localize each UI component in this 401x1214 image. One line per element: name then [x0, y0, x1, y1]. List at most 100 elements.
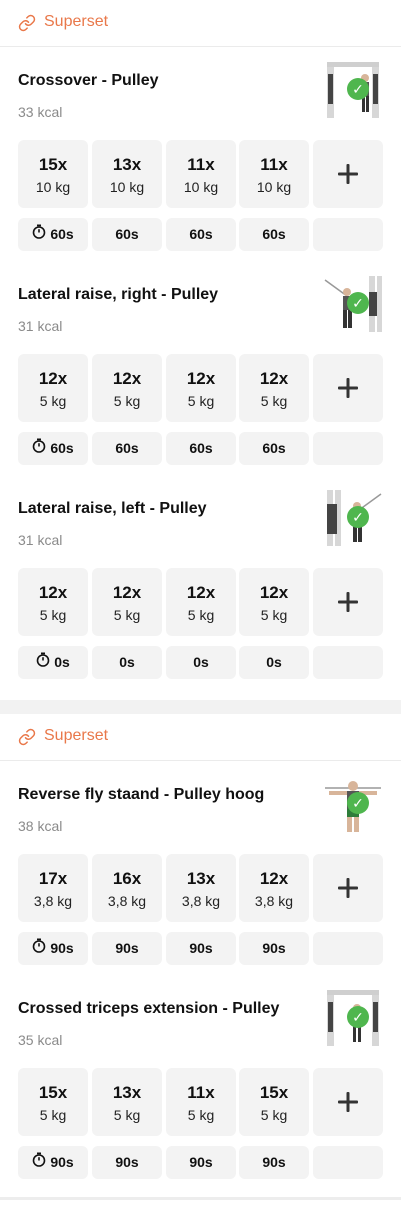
rest-cell[interactable]: 60s: [239, 218, 309, 251]
set-cell[interactable]: 12x 5 kg: [18, 568, 88, 636]
set-weight: 3,8 kg: [254, 893, 294, 909]
plus-icon: [338, 592, 358, 612]
timer-icon: [32, 218, 46, 251]
set-cell[interactable]: 15x 10 kg: [18, 140, 88, 208]
rest-time: 60s: [50, 226, 74, 242]
set-cell[interactable]: 12x 5 kg: [92, 568, 162, 636]
set-cell[interactable]: 15x 5 kg: [18, 1068, 88, 1136]
exercise-thumbnail[interactable]: ✓: [323, 488, 383, 548]
exercise-title: Lateral raise, left - Pulley: [18, 500, 207, 517]
rest-cell[interactable]: 90s: [18, 932, 88, 965]
exercise-thumbnail[interactable]: ✓: [323, 988, 383, 1048]
rest-cell[interactable]: 90s: [239, 1146, 309, 1179]
set-reps: 15x: [259, 1083, 289, 1102]
exercise-title: Lateral raise, right - Pulley: [18, 286, 219, 303]
set-cell[interactable]: 12x 5 kg: [239, 568, 309, 636]
superset-group-2: Superset Reverse fly staand - Pulley hoo…: [0, 714, 401, 1197]
rest-cell[interactable]: 90s: [166, 932, 236, 965]
set-cell[interactable]: 12x 5 kg: [18, 354, 88, 422]
rest-cell[interactable]: 60s: [18, 218, 88, 251]
set-cell[interactable]: 12x 5 kg: [239, 354, 309, 422]
set-cell[interactable]: 17x 3,8 kg: [18, 854, 88, 922]
rest-time: 0s: [119, 654, 135, 670]
plus-icon: [338, 878, 358, 898]
set-reps: 12x: [38, 583, 68, 602]
set-weight: 3,8 kg: [107, 893, 147, 909]
rest-cell[interactable]: 90s: [92, 932, 162, 965]
rest-cell[interactable]: 90s: [239, 932, 309, 965]
set-reps: 11x: [187, 1083, 215, 1102]
exercise-thumbnail[interactable]: ✓: [323, 774, 383, 834]
exercise-kcal: 31 kcal: [18, 532, 63, 548]
set-cell[interactable]: 11x 5 kg: [166, 1068, 236, 1136]
checkmark-icon: ✓: [347, 78, 369, 100]
set-weight: 5 kg: [39, 393, 67, 409]
rest-time: 60s: [50, 440, 74, 456]
rest-cell[interactable]: 0s: [92, 646, 162, 679]
set-weight: 5 kg: [187, 607, 215, 623]
rest-cell[interactable]: 90s: [92, 1146, 162, 1179]
set-cell[interactable]: 12x 5 kg: [92, 354, 162, 422]
exercise-card[interactable]: Reverse fly staand - Pulley hoog 38 kcal…: [0, 781, 401, 1000]
exercise-card[interactable]: Crossed triceps extension - Pulley 35 kc…: [0, 990, 401, 1214]
set-reps: 15x: [38, 1083, 68, 1102]
add-set-button[interactable]: [313, 854, 383, 922]
set-reps: 12x: [112, 369, 142, 388]
set-cell[interactable]: 12x 3,8 kg: [239, 854, 309, 922]
set-cell[interactable]: 13x 10 kg: [92, 140, 162, 208]
rest-empty-cell: [313, 218, 383, 251]
rest-cell[interactable]: 0s: [18, 646, 88, 679]
set-reps: 12x: [38, 369, 68, 388]
rest-cell[interactable]: 0s: [239, 646, 309, 679]
set-weight: 3,8 kg: [33, 893, 73, 909]
set-reps: 11x: [260, 155, 288, 174]
rest-cell[interactable]: 0s: [166, 646, 236, 679]
rest-cell[interactable]: 60s: [166, 432, 236, 465]
rest-time: 0s: [266, 654, 282, 670]
set-weight: 5 kg: [113, 1107, 141, 1123]
set-cell[interactable]: 15x 5 kg: [239, 1068, 309, 1136]
plus-icon: [338, 1092, 358, 1112]
add-set-button[interactable]: [313, 568, 383, 636]
set-cell[interactable]: 11x 10 kg: [166, 140, 236, 208]
set-cell[interactable]: 11x 10 kg: [239, 140, 309, 208]
set-weight: 10 kg: [35, 179, 71, 195]
rest-cell[interactable]: 60s: [18, 432, 88, 465]
set-reps: 17x: [38, 869, 68, 888]
rest-time: 90s: [189, 1154, 213, 1170]
rest-cell[interactable]: 60s: [239, 432, 309, 465]
set-cell[interactable]: 12x 5 kg: [166, 568, 236, 636]
rest-time: 60s: [262, 226, 286, 242]
set-cell[interactable]: 16x 3,8 kg: [92, 854, 162, 922]
checkmark-icon: ✓: [347, 1006, 369, 1028]
exercise-thumbnail[interactable]: ✓: [323, 60, 383, 120]
set-weight: 5 kg: [187, 1107, 215, 1123]
exercise-card[interactable]: Lateral raise, left - Pulley 31 kcal ✓ 1…: [0, 490, 401, 714]
set-weight: 5 kg: [260, 607, 288, 623]
rest-time: 90s: [115, 940, 139, 956]
rest-time: 90s: [115, 1154, 139, 1170]
rest-cell[interactable]: 60s: [92, 218, 162, 251]
exercise-kcal: 38 kcal: [18, 818, 63, 834]
add-set-button[interactable]: [313, 1068, 383, 1136]
rest-cell[interactable]: 60s: [92, 432, 162, 465]
set-cell[interactable]: 13x 5 kg: [92, 1068, 162, 1136]
exercise-thumbnail[interactable]: ✓: [323, 274, 383, 334]
rest-time: 60s: [115, 440, 139, 456]
rest-cell[interactable]: 90s: [18, 1146, 88, 1179]
rest-cell[interactable]: 90s: [166, 1146, 236, 1179]
rest-cell[interactable]: 60s: [166, 218, 236, 251]
set-reps: 13x: [112, 1083, 142, 1102]
superset-header[interactable]: Superset: [0, 714, 401, 761]
rest-time: 60s: [189, 226, 213, 242]
exercise-card[interactable]: Crossover - Pulley 33 kcal ✓ 15x 10 kg 13x…: [0, 62, 401, 286]
rest-time: 90s: [262, 940, 286, 956]
add-set-button[interactable]: [313, 354, 383, 422]
link-icon: [18, 728, 36, 746]
set-cell[interactable]: 13x 3,8 kg: [166, 854, 236, 922]
add-set-button[interactable]: [313, 140, 383, 208]
set-cell[interactable]: 12x 5 kg: [166, 354, 236, 422]
exercise-kcal: 33 kcal: [18, 104, 63, 120]
exercise-card[interactable]: Lateral raise, right - Pulley 31 kcal ✓ …: [0, 276, 401, 500]
superset-header[interactable]: Superset: [0, 0, 401, 47]
